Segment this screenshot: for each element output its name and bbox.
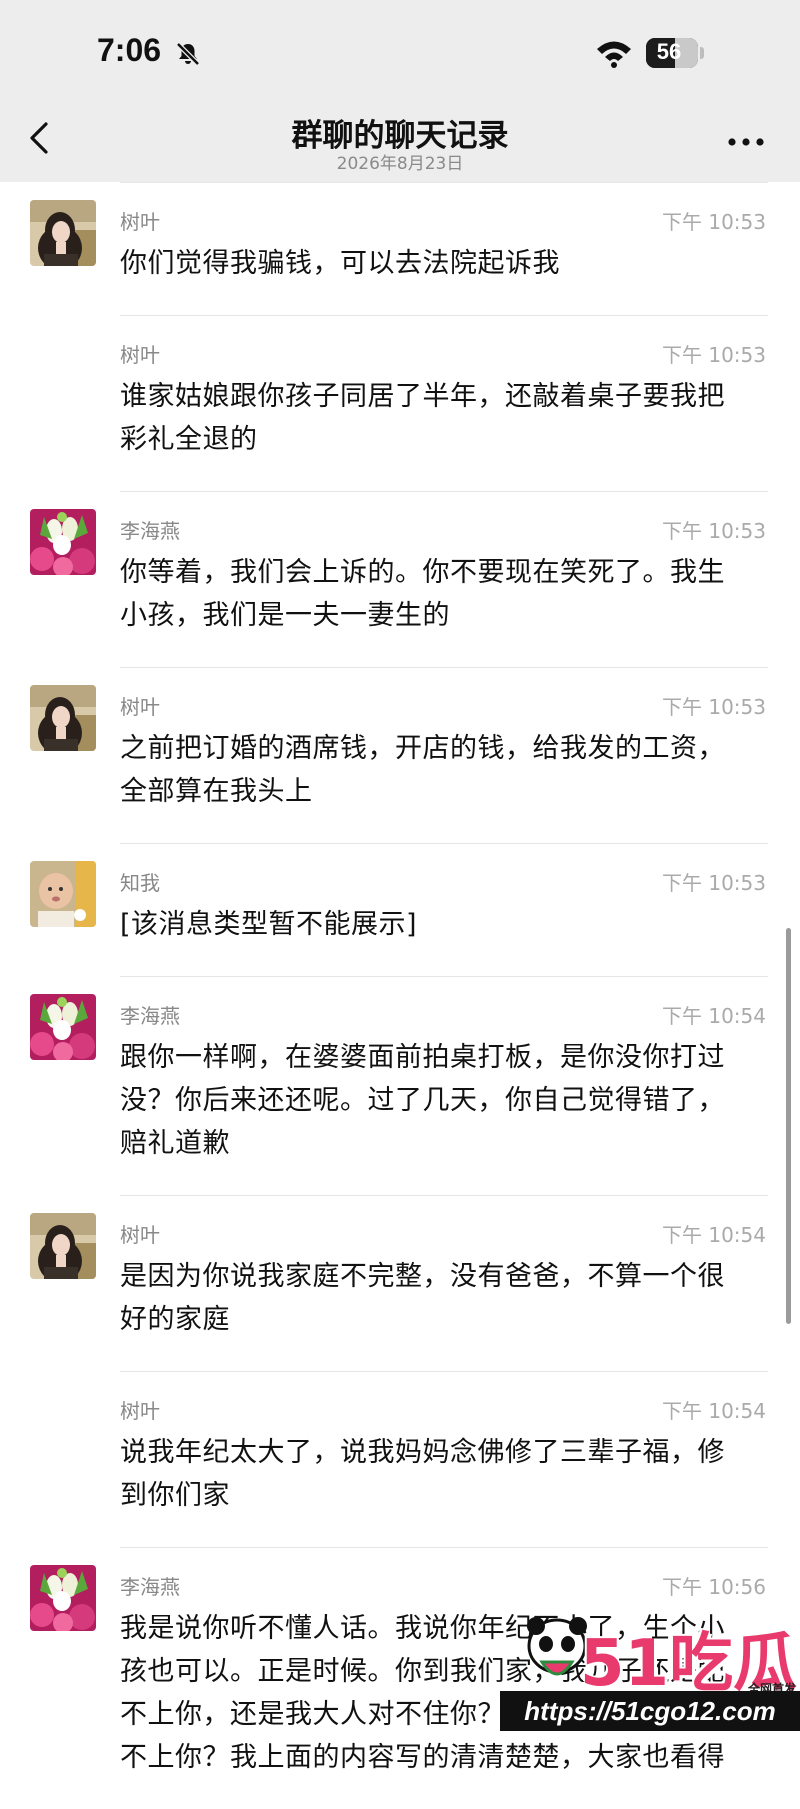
message-line: 之前把订婚的酒席钱，开店的钱，给我发的工资， [120,733,725,764]
sender-name: 李海燕 [120,1004,180,1028]
top-bar: 7:06 56 群聊的聊天记录 2026年8月23日 [0,0,800,182]
sender-name: 树叶 [120,1223,160,1247]
message-line: [该消息类型暂不能展示] [120,909,418,940]
message-divider [120,491,768,492]
page-subtitle-date: 2026年8月23日 [336,154,464,174]
message-text: 你们觉得我骗钱，可以去法院起诉我 [120,242,770,285]
sender-name: 李海燕 [120,1575,180,1599]
message-line: 是因为你说我家庭不完整，没有爸爸，不算一个很 [120,1261,725,1292]
watermark-url: https://51cgo12.com [500,1691,800,1731]
message-time: 下午 10:53 [662,695,766,719]
sender-name: 树叶 [120,210,160,234]
sender-name: 知我 [120,871,160,895]
message-text: 谁家姑娘跟你孩子同居了半年，还敲着桌子要我把 彩礼全退的 [120,375,770,461]
battery-tip [700,47,704,59]
message-time: 下午 10:56 [662,1575,766,1599]
message-line: 到你们家 [120,1480,230,1511]
chat-message[interactable]: 树叶 下午 10:53 你们觉得我骗钱，可以去法院起诉我 [0,182,800,315]
scrollbar[interactable] [786,928,791,1324]
chat-message[interactable]: 树叶 下午 10:53 谁家姑娘跟你孩子同居了半年，还敲着桌子要我把 彩礼全退的 [0,315,800,491]
avatar[interactable] [30,685,96,751]
message-divider [120,667,768,668]
sender-name: 树叶 [120,695,160,719]
message-time: 下午 10:53 [662,210,766,234]
message-text: 跟你一样啊，在婆婆面前拍桌打板，是你没你打过 没？你后来还还呢。过了几天，你自己觉… [120,1036,770,1165]
sender-name: 树叶 [120,343,160,367]
bell-muted-icon [176,42,200,66]
message-line: 你们觉得我骗钱，可以去法院起诉我 [120,248,560,279]
message-line: 你等着，我们会上诉的。你不要现在笑死了。我生 [120,557,725,588]
message-text: [该消息类型暂不能展示] [120,903,770,946]
message-divider [120,1371,768,1372]
message-line: 谁家姑娘跟你孩子同居了半年，还敲着桌子要我把 [120,381,725,412]
battery-level: 56 [656,39,682,64]
watermark: 51吃瓜 全网首发 https://51cgo12.com [500,1612,800,1737]
avatar[interactable] [30,994,96,1060]
chat-message[interactable]: 树叶 下午 10:54 说我年纪太大了，说我妈妈念佛修了三辈子福，修 到你们家 [0,1371,800,1547]
message-time: 下午 10:53 [662,519,766,543]
message-text: 你等着，我们会上诉的。你不要现在笑死了。我生 小孩，我们是一夫一妻生的 [120,551,770,637]
avatar[interactable] [30,1565,96,1631]
message-divider [120,1547,768,1548]
avatar[interactable] [30,861,96,927]
message-line: 小孩，我们是一夫一妻生的 [120,600,450,631]
avatar[interactable] [30,1213,96,1279]
avatar[interactable] [30,509,96,575]
more-options-icon[interactable] [726,136,766,148]
chat-message[interactable]: 知我 下午 10:53 [该消息类型暂不能展示] [0,843,800,976]
chat-message[interactable]: 树叶 下午 10:53 之前把订婚的酒席钱，开店的钱，给我发的工资， 全部算在我头上 [0,667,800,843]
message-line: 说我年纪太大了，说我妈妈念佛修了三辈子福，修 [120,1437,725,1468]
chat-message[interactable]: 李海燕 下午 10:54 跟你一样啊，在婆婆面前拍桌打板，是你没你打过 没？你后来还还… [0,976,800,1195]
status-time: 7:06 [97,32,162,68]
message-line: 不上你？我上面的内容写的清清楚楚，大家也看得 [120,1742,725,1773]
wifi-icon [597,41,631,68]
message-text: 是因为你说我家庭不完整，没有爸爸，不算一个很 好的家庭 [120,1255,770,1341]
chat-message[interactable]: 树叶 下午 10:54 是因为你说我家庭不完整，没有爸爸，不算一个很 好的家庭 [0,1195,800,1371]
message-time: 下午 10:53 [662,343,766,367]
message-line: 没？你后来还还呢。过了几天，你自己觉得错了， [120,1085,725,1116]
message-divider [120,976,768,977]
message-divider [120,182,768,183]
battery-indicator: 56 [646,38,698,68]
message-time: 下午 10:54 [662,1004,766,1028]
message-text: 之前把订婚的酒席钱，开店的钱，给我发的工资， 全部算在我头上 [120,727,770,813]
avatar[interactable] [30,200,96,266]
message-line: 全部算在我头上 [120,776,313,807]
message-text: 说我年纪太大了，说我妈妈念佛修了三辈子福，修 到你们家 [120,1431,770,1517]
sender-name: 李海燕 [120,519,180,543]
message-line: 赔礼道歉 [120,1128,230,1159]
message-divider [120,1195,768,1196]
message-time: 下午 10:54 [662,1223,766,1247]
message-time: 下午 10:53 [662,871,766,895]
sender-name: 树叶 [120,1399,160,1423]
message-divider [120,843,768,844]
message-line: 彩礼全退的 [120,424,258,455]
message-time: 下午 10:54 [662,1399,766,1423]
chat-message[interactable]: 李海燕 下午 10:53 你等着，我们会上诉的。你不要现在笑死了。我生 小孩，我们是一… [0,491,800,667]
message-line: 好的家庭 [120,1304,230,1335]
message-line: 跟你一样啊，在婆婆面前拍桌打板，是你没你打过 [120,1042,725,1073]
message-divider [120,315,768,316]
